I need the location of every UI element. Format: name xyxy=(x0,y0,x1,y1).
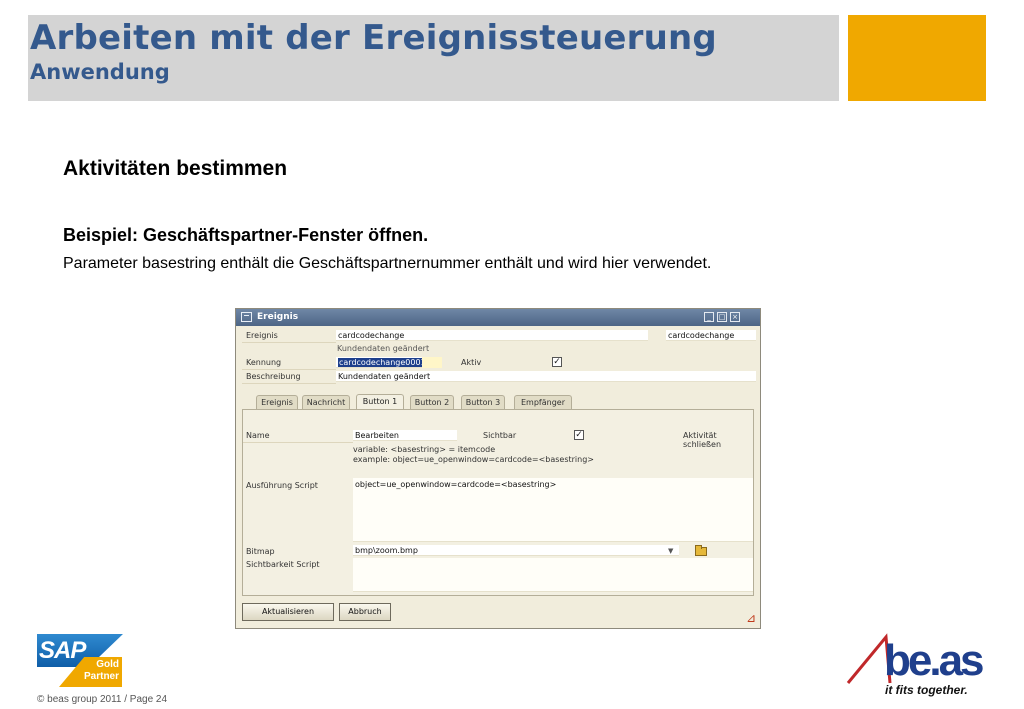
chevron-down-icon[interactable]: ▼ xyxy=(668,547,673,555)
sichtbarkeit-script-textarea[interactable] xyxy=(353,558,753,592)
gold-partner-text: Gold Partner xyxy=(83,659,119,683)
row-divider xyxy=(242,369,336,370)
ereignis-label: Ereignis xyxy=(246,331,278,340)
tab-button-2[interactable]: Button 2 xyxy=(410,395,454,410)
close-icon[interactable]: × xyxy=(730,312,740,322)
beas-logo: be.as xyxy=(884,636,985,685)
aktiv-checkbox[interactable]: ✓ xyxy=(552,357,562,367)
beschreibung-field[interactable]: Kundendaten geändert xyxy=(336,371,756,382)
aktualisieren-button[interactable]: Aktualisieren xyxy=(242,603,334,621)
kennung-label: Kennung xyxy=(246,358,282,367)
ereignis-field[interactable]: cardcodechange xyxy=(336,330,648,341)
beschreibung-label: Beschreibung xyxy=(246,372,301,381)
aktivitaet-schliessen-label: Aktivität schließen xyxy=(683,431,722,449)
example-hint: example: object=ue_openwindow=cardcode=<… xyxy=(353,455,595,464)
resize-grip-icon[interactable]: ⊿ xyxy=(746,611,756,625)
window-app-icon xyxy=(241,312,252,322)
tab-ereignis[interactable]: Ereignis xyxy=(256,395,298,410)
tab-panel-button-1: Name Bearbeiten Sichtbar ✓ Aktivität sch… xyxy=(242,409,754,596)
name-label: Name xyxy=(246,431,270,440)
bitmap-select[interactable]: bmp\zoom.bmp xyxy=(353,545,679,556)
bitmap-label: Bitmap xyxy=(246,547,275,556)
header-accent-block xyxy=(848,15,986,101)
tab-bar: Ereignis Nachricht Button 1 Button 2 But… xyxy=(242,394,754,410)
tab-button-3[interactable]: Button 3 xyxy=(461,395,505,410)
window-title: Ereignis xyxy=(257,312,299,322)
window-titlebar[interactable]: Ereignis _ □ × xyxy=(236,309,760,326)
example-heading: Beispiel: Geschäftspartner-Fenster öffne… xyxy=(63,225,429,245)
partner-line: Partner xyxy=(83,671,119,682)
page-title: Arbeiten mit der Ereignissteuerung xyxy=(30,18,717,58)
minimize-icon[interactable]: _ xyxy=(704,312,714,322)
gold-line: Gold xyxy=(96,659,119,670)
sap-logo-text: SAP xyxy=(39,637,86,664)
row-divider xyxy=(243,442,353,443)
kundendaten-hint: Kundendaten geändert xyxy=(337,344,430,353)
page-subtitle: Anwendung xyxy=(30,60,170,84)
sichtbar-checkbox[interactable]: ✓ xyxy=(574,430,584,440)
description-text: Parameter basestring enthält die Geschäf… xyxy=(63,255,712,272)
name-field[interactable]: Bearbeiten xyxy=(353,430,457,441)
folder-open-icon[interactable] xyxy=(695,545,707,556)
copyright-text: © beas group 2011 / Page 24 xyxy=(37,694,168,705)
ereignis-right-field[interactable]: cardcodechange xyxy=(666,330,756,341)
beas-tagline: it fits together. xyxy=(885,683,968,697)
kennung-field-tail xyxy=(422,357,442,368)
sichtbar-label: Sichtbar xyxy=(483,431,517,440)
tab-button-1[interactable]: Button 1 xyxy=(356,394,404,410)
tab-empfaenger[interactable]: Empfänger xyxy=(514,395,572,410)
section-heading: Aktivitäten bestimmen xyxy=(63,157,288,180)
header-banner: Arbeiten mit der Ereignissteuerung Anwen… xyxy=(28,15,839,101)
sichtbarkeit-script-label: Sichtbarkeit Script xyxy=(246,560,320,569)
tab-nachricht[interactable]: Nachricht xyxy=(302,395,350,410)
abbruch-button[interactable]: Abbruch xyxy=(339,603,391,621)
kennung-selected-text: cardcodechange0001 xyxy=(338,358,422,367)
ereignis-window: Ereignis _ □ × Ereignis cardcodechange c… xyxy=(235,308,761,629)
row-divider xyxy=(242,383,336,384)
ausfuehrung-script-textarea[interactable]: object=ue_openwindow=cardcode=<basestrin… xyxy=(353,478,753,542)
variable-hint: variable: <basestring> = itemcode xyxy=(353,445,496,454)
maximize-icon[interactable]: □ xyxy=(717,312,727,322)
kennung-field[interactable]: cardcodechange0001 xyxy=(336,357,422,368)
row-divider xyxy=(242,342,336,343)
aktiv-label: Aktiv xyxy=(461,358,482,367)
ausfuehrung-script-label: Ausführung Script xyxy=(246,481,318,490)
